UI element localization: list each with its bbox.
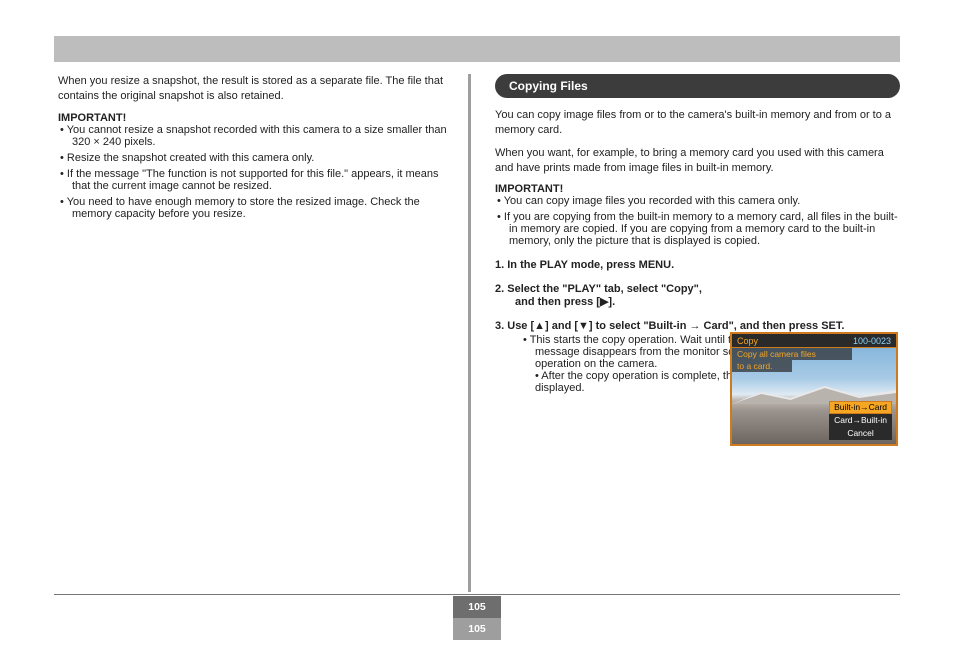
- right-column: Copying Files You can copy image files f…: [471, 74, 900, 594]
- step-3-title: Use [▲] and [▼] to select "Built-in → Ca…: [507, 320, 844, 332]
- top-header-bar: [54, 36, 900, 62]
- left-note-3: • You need to have enough memory to stor…: [58, 196, 448, 220]
- right-note-1: • If you are copying from the built-in m…: [495, 211, 900, 247]
- right-intro-1: You can copy image files from or to the …: [495, 108, 900, 138]
- camera-menu-card-builtin: Card→Built-in: [829, 414, 892, 427]
- step-2-title: Select the "PLAY" tab, select "Copy", an…: [507, 283, 702, 308]
- right-note-0: • You can copy image files you recorded …: [495, 195, 900, 207]
- footer-rule: [54, 594, 900, 595]
- camera-topbar: Copy 100-0023: [732, 334, 896, 348]
- camera-menu-cancel: Cancel: [829, 427, 892, 440]
- left-intro: When you resize a snapshot, the result i…: [58, 74, 448, 104]
- footer: [54, 594, 900, 595]
- camera-sub1: Copy all camera files: [732, 348, 852, 360]
- important-label-right: IMPORTANT!: [495, 183, 900, 195]
- section-header: Copying Files: [495, 74, 900, 98]
- step-1: 1. In the PLAY mode, press MENU.: [495, 259, 705, 271]
- page-number-top: 105: [453, 596, 501, 618]
- important-label-left: IMPORTANT!: [58, 112, 448, 124]
- page-number-bottom: 105: [453, 618, 501, 640]
- camera-file-no: 100-0023: [853, 336, 891, 345]
- step-1-num: 1.: [495, 259, 504, 271]
- camera-menu: Built-in→Card Card→Built-in Cancel: [829, 401, 892, 440]
- left-column: When you resize a snapshot, the result i…: [54, 74, 468, 594]
- step-2: 2. Select the "PLAY" tab, select "Copy",…: [495, 283, 705, 308]
- step-1-title: In the PLAY mode, press MENU.: [507, 259, 674, 271]
- camera-sub2: to a card.: [732, 360, 792, 372]
- camera-screenshot: Copy 100-0023 Copy all camera files to a…: [730, 332, 898, 446]
- left-note-0: • You cannot resize a snapshot recorded …: [58, 124, 448, 148]
- step-3: 3. Use [▲] and [▼] to select "Built-in →…: [495, 320, 875, 332]
- camera-title: Copy: [737, 336, 758, 345]
- left-note-2: • If the message "The function is not su…: [58, 168, 448, 192]
- step-2-num: 2.: [495, 283, 504, 295]
- left-note-1: • Resize the snapshot created with this …: [58, 152, 448, 164]
- camera-menu-builtin-card: Built-in→Card: [829, 401, 892, 414]
- step-3-num: 3.: [495, 320, 504, 332]
- right-intro-2: When you want, for example, to bring a m…: [495, 146, 900, 176]
